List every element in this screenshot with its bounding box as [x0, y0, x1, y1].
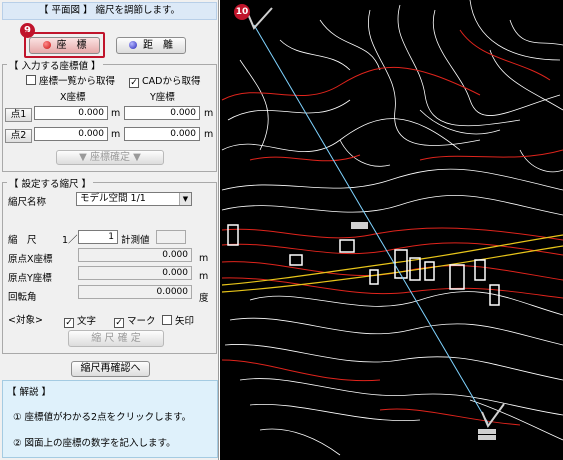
x-coord-header: X座標: [60, 92, 86, 103]
red-dot-icon: [42, 41, 51, 49]
dropdown-arrow-icon[interactable]: ▼: [179, 193, 191, 205]
point1-y-input[interactable]: 0.000: [124, 106, 200, 120]
coord-confirm-button[interactable]: ▼ 座標確定 ▼: [56, 150, 164, 165]
scale-settings-panel: 【 平面図 】 縮尺を調節します。 9 座 標 距 離 【 入力する座標値 】 …: [0, 0, 219, 460]
unit-m: m: [204, 129, 214, 140]
target-arrow-checkbox[interactable]: 矢印: [162, 313, 194, 327]
scale-group-title: 【 設定する縮尺 】: [7, 176, 94, 190]
target-mark-checkbox[interactable]: ✓ マーク: [114, 313, 156, 328]
yellow-road-lines: [221, 234, 563, 293]
scale-label: 縮 尺: [8, 235, 37, 246]
unit-m: m: [199, 271, 209, 282]
point2-y-input[interactable]: 0.000: [124, 127, 200, 141]
point2-button[interactable]: 点2: [5, 129, 32, 143]
unit-m: m: [199, 253, 209, 264]
scale-name-select[interactable]: モデル空間 1/1 ▼: [76, 192, 192, 206]
coord-button[interactable]: 座 標: [29, 37, 100, 54]
help-step-2: ② 図面上の座標の数字を記入します。: [13, 438, 176, 449]
measured-value: [156, 230, 186, 244]
origin-y-value: 0.000: [78, 266, 192, 280]
rotation-value: 0.0000: [78, 285, 192, 299]
from-cad-checkbox[interactable]: ✓ CADから取得: [129, 73, 200, 88]
white-contours: [221, 0, 563, 456]
help-box: 【 解説 】 ① 座標値がわかる2点をクリックします。 ② 図面上の座標の数字を…: [2, 380, 218, 458]
y-coord-header: Y座標: [150, 92, 175, 103]
origin-x-label: 原点X座標: [8, 254, 53, 265]
point-1-marker: [247, 7, 368, 229]
point-2-marker: [478, 403, 505, 440]
rotation-label: 回転角: [8, 292, 37, 303]
cad-drawing: [221, 0, 563, 456]
measured-label: 計測値: [121, 235, 150, 246]
target-label: <対象>: [8, 315, 43, 326]
scale-confirm-button[interactable]: 縮 尺 確 定: [68, 330, 164, 347]
cad-drawing-canvas[interactable]: 10: [220, 0, 563, 460]
step-badge-10: 10: [234, 4, 250, 20]
scale-prefix: 1／: [62, 235, 78, 246]
panel-title: 【 平面図 】 縮尺を調節します。: [2, 2, 217, 20]
checkbox-checked-icon: ✓: [129, 78, 139, 88]
target-text-checkbox[interactable]: ✓ 文字: [64, 313, 96, 328]
point1-button[interactable]: 点1: [5, 108, 32, 122]
from-list-checkbox[interactable]: 座標一覧から取得: [26, 73, 115, 87]
unit-m: m: [111, 129, 121, 140]
checkbox-unchecked-icon: [26, 75, 36, 85]
help-step-1: ① 座標値がわかる2点をクリックします。: [13, 412, 192, 423]
checkbox-unchecked-icon: [162, 315, 172, 325]
scale-name-label: 縮尺名称: [8, 197, 47, 208]
scale-input[interactable]: 1: [78, 230, 118, 244]
checkbox-checked-icon: ✓: [114, 318, 124, 328]
unit-deg: 度: [199, 293, 209, 304]
input-coords-title: 【 入力する座標値 】: [7, 58, 103, 72]
unit-m: m: [204, 108, 214, 119]
distance-button[interactable]: 距 離: [116, 37, 186, 54]
point1-x-input[interactable]: 0.000: [34, 106, 108, 120]
origin-y-label: 原点Y座標: [8, 273, 52, 284]
checkbox-checked-icon: ✓: [64, 318, 74, 328]
blue-dot-icon: [129, 41, 137, 49]
point2-x-input[interactable]: 0.000: [34, 127, 108, 141]
red-contours: [221, 29, 563, 426]
unit-m: m: [111, 108, 121, 119]
help-title: 【 解説 】: [7, 387, 52, 398]
scale-measure-line: [253, 24, 489, 424]
recheck-scale-button[interactable]: 縮尺再確認へ: [71, 361, 150, 377]
origin-x-value: 0.000: [78, 248, 192, 262]
